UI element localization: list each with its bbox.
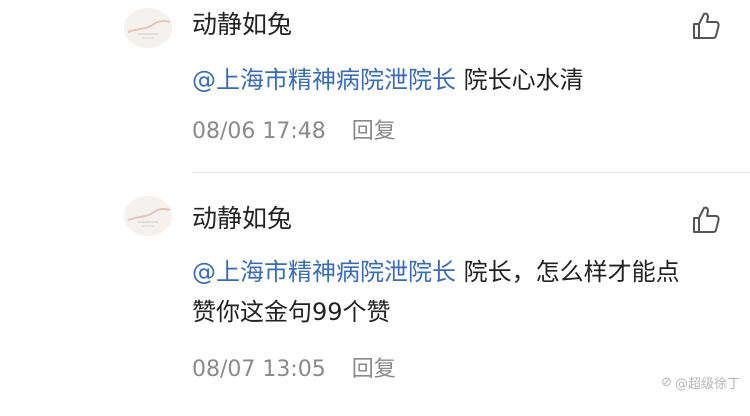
- username[interactable]: 动静如兔: [192, 8, 292, 42]
- avatar[interactable]: [124, 196, 172, 236]
- comment-date: 08/07 13:05: [192, 357, 326, 382]
- divider: [192, 172, 750, 173]
- comment-item: 动静如兔 @上海市精神病院泄院长 院长心水清 08/06 17:48 回复: [0, 0, 750, 172]
- username[interactable]: 动静如兔: [192, 202, 292, 236]
- watermark-logo-icon: ⊘: [661, 375, 672, 390]
- avatar-image: [124, 196, 172, 236]
- comment-body: @上海市精神病院泄院长 院长，怎么样才能点赞你这金句99个赞: [192, 252, 692, 332]
- watermark-text: @超级徐丁: [674, 377, 740, 392]
- thumbs-up-icon[interactable]: [690, 204, 722, 236]
- reply-button[interactable]: 回复: [352, 357, 396, 382]
- comment-text: 院长心水清: [456, 66, 584, 94]
- mention-link[interactable]: @上海市精神病院泄院长: [192, 258, 456, 286]
- watermark: ⊘ @超级徐丁: [661, 373, 740, 392]
- comment-date: 08/06 17:48: [192, 119, 326, 144]
- mention-link[interactable]: @上海市精神病院泄院长: [192, 66, 456, 94]
- comment-meta: 08/07 13:05 回复: [192, 355, 396, 385]
- reply-button[interactable]: 回复: [352, 119, 396, 144]
- avatar-image: [124, 8, 172, 48]
- comment-item: 动静如兔 @上海市精神病院泄院长 院长，怎么样才能点赞你这金句99个赞 08/0…: [0, 174, 750, 416]
- comment-body: @上海市精神病院泄院长 院长心水清: [192, 60, 692, 100]
- thumbs-up-icon[interactable]: [690, 10, 722, 42]
- avatar[interactable]: [124, 8, 172, 48]
- comment-meta: 08/06 17:48 回复: [192, 117, 396, 147]
- comment-list: 动静如兔 @上海市精神病院泄院长 院长心水清 08/06 17:48 回复 动静如…: [0, 0, 750, 416]
